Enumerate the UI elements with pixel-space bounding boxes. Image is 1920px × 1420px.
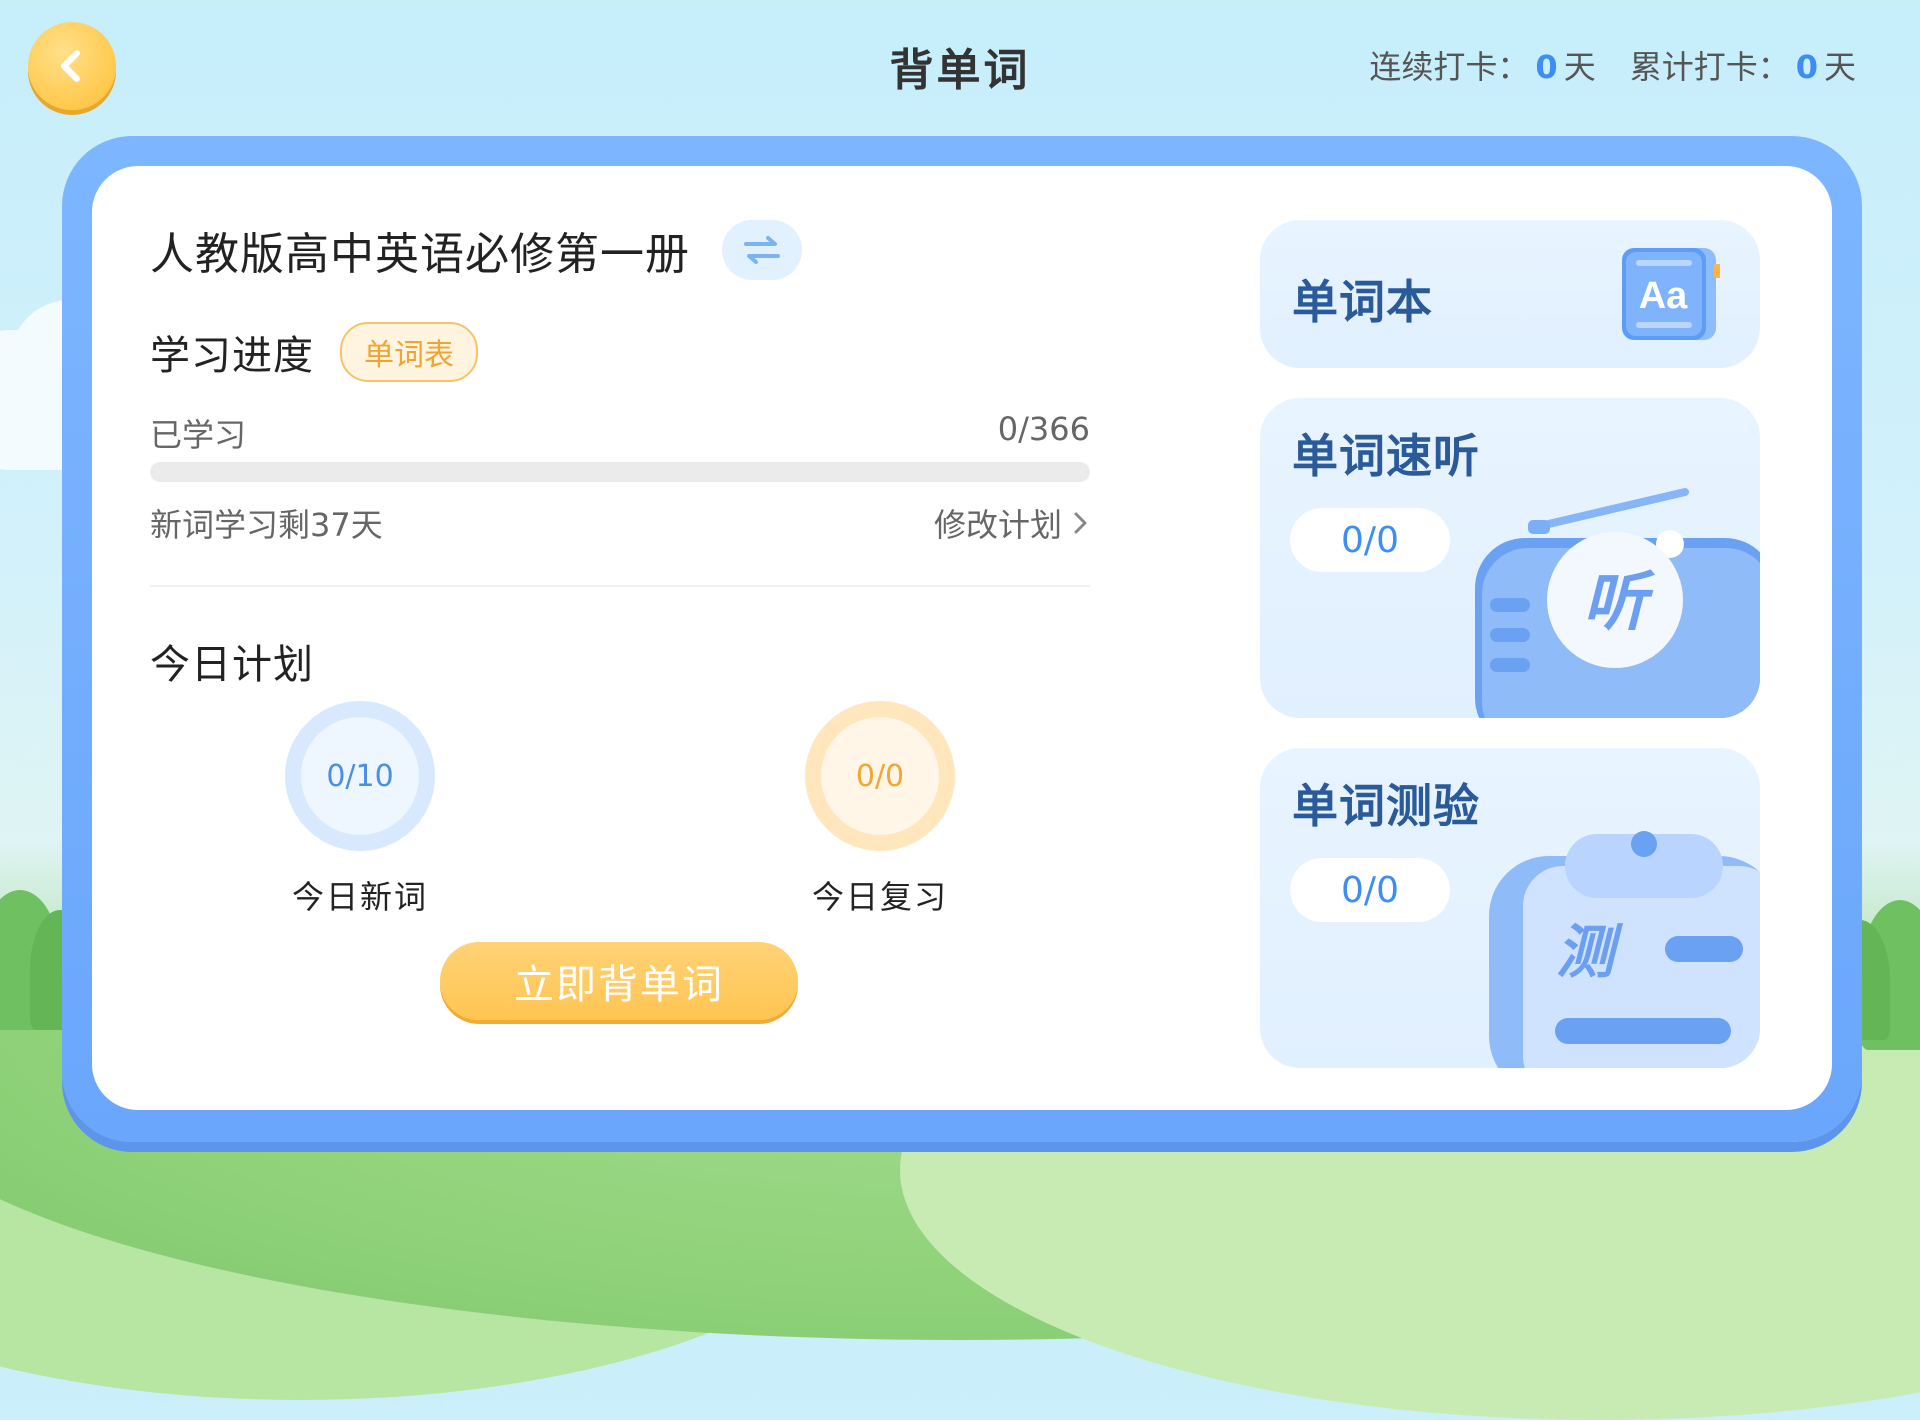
switch-book-button[interactable] xyxy=(722,220,802,280)
total-unit: 天 xyxy=(1823,48,1856,86)
radio-icon: 听 xyxy=(1475,488,1760,718)
wordbook-title: 单词本 xyxy=(1292,275,1433,329)
wordlist-button[interactable]: 单词表 xyxy=(340,322,478,382)
quiz-count: 0/0 xyxy=(1290,858,1450,922)
checkin-stats: 连续打卡： 0 天 累计打卡： 0 天 xyxy=(1369,42,1856,88)
progress-bar xyxy=(150,462,1090,482)
review-label: 今日复习 xyxy=(811,878,948,916)
total-label: 累计打卡： xyxy=(1629,48,1790,86)
new-words-ring[interactable]: 0/10 xyxy=(285,701,435,851)
listening-title: 单词速听 xyxy=(1292,429,1480,483)
new-words-value: 0/10 xyxy=(301,717,419,835)
total-value: 0 xyxy=(1795,48,1818,86)
streak-label: 连续打卡： xyxy=(1369,48,1530,86)
learned-label: 已学习 xyxy=(150,416,247,454)
streak-value: 0 xyxy=(1535,48,1558,86)
review-ring[interactable]: 0/0 xyxy=(805,701,955,851)
wordbook-icon-text: Aa xyxy=(1639,275,1688,317)
progress-header: 学习进度 单词表 xyxy=(150,322,478,382)
new-words-label: 今日新词 xyxy=(291,878,428,916)
clipboard-icon: 测 xyxy=(1489,831,1760,1068)
start-study-button[interactable]: 立即背单词 xyxy=(440,942,798,1020)
listening-count: 0/0 xyxy=(1290,508,1450,572)
wordbook-icon: Aa xyxy=(1622,248,1720,340)
progress-title: 学习进度 xyxy=(150,333,314,379)
divider xyxy=(150,585,1090,587)
today-plan-title: 今日计划 xyxy=(150,642,314,688)
quiz-title: 单词测验 xyxy=(1292,779,1480,833)
streak-stat: 连续打卡： 0 天 xyxy=(1369,42,1595,88)
quiz-card[interactable]: 单词测验 0/0 测 xyxy=(1260,748,1760,1068)
swap-arrows-icon xyxy=(744,236,780,264)
total-stat: 累计打卡： 0 天 xyxy=(1630,42,1856,88)
remaining-days: 新词学习剩37天 xyxy=(150,506,383,544)
clipboard-icon-text: 测 xyxy=(1556,918,1624,986)
listening-card[interactable]: 单词速听 0/0 听 xyxy=(1260,398,1760,718)
review-value: 0/0 xyxy=(821,717,939,835)
wordbook-card[interactable]: 单词本 Aa xyxy=(1260,220,1760,368)
chevron-right-icon xyxy=(1074,512,1087,534)
radio-icon-text: 听 xyxy=(1583,566,1656,640)
learned-count: 0/366 xyxy=(997,410,1090,448)
book-row: 人教版高中英语必修第一册 xyxy=(150,218,802,282)
book-title: 人教版高中英语必修第一册 xyxy=(150,229,690,280)
modify-plan-label: 修改计划 xyxy=(933,506,1062,544)
modify-plan-link[interactable]: 修改计划 xyxy=(934,500,1090,546)
streak-unit: 天 xyxy=(1563,48,1596,86)
